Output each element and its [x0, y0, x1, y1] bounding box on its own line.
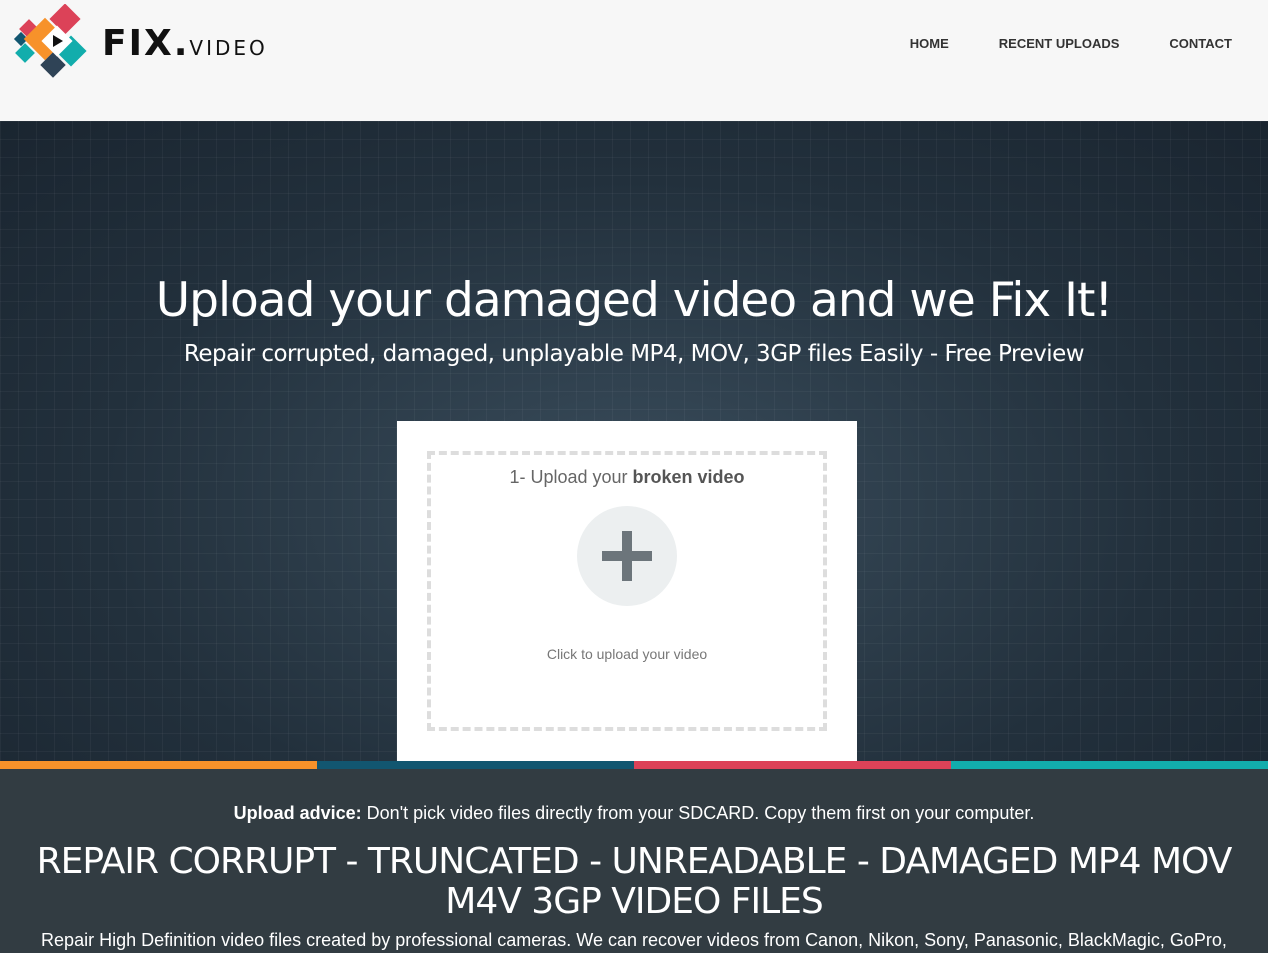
nav-contact[interactable]: CONTACT [1169, 36, 1232, 51]
main-nav: HOME RECENT UPLOADS CONTACT [910, 36, 1232, 51]
header: FIX.VIDEO HOME RECENT UPLOADS CONTACT [0, 0, 1268, 121]
headline: REPAIR CORRUPT - TRUNCATED - UNREADABLE … [36, 841, 1233, 922]
logo-icon [13, 4, 87, 78]
upload-step-label: 1- Upload your broken video [509, 467, 745, 487]
info-section: Upload advice: Don't pick video files di… [0, 769, 1268, 951]
upload-dropzone[interactable]: 1- Upload your broken video Click to upl… [427, 451, 827, 731]
hero-title: Upload your damaged video and we Fix It! [155, 273, 1114, 328]
bar-segment [951, 761, 1268, 769]
bar-segment [0, 761, 317, 769]
color-bar [0, 761, 1268, 769]
bar-segment [634, 761, 951, 769]
bar-segment [317, 761, 634, 769]
description: Repair High Definition video files creat… [41, 930, 1227, 950]
logo-text: FIX.VIDEO [102, 22, 268, 64]
plus-icon[interactable] [577, 506, 677, 606]
upload-panel: 1- Upload your broken video Click to upl… [397, 421, 857, 761]
upload-hint: Click to upload your video [546, 646, 708, 662]
hero-subtitle: Repair corrupted, damaged, unplayable MP… [183, 341, 1085, 367]
nav-home[interactable]: HOME [910, 36, 949, 51]
nav-recent-uploads[interactable]: RECENT UPLOADS [999, 36, 1120, 51]
logo[interactable]: FIX.VIDEO [12, 4, 268, 82]
hero: Upload your damaged video and we Fix It!… [0, 121, 1268, 761]
upload-advice: Upload advice: Don't pick video files di… [233, 803, 1035, 823]
